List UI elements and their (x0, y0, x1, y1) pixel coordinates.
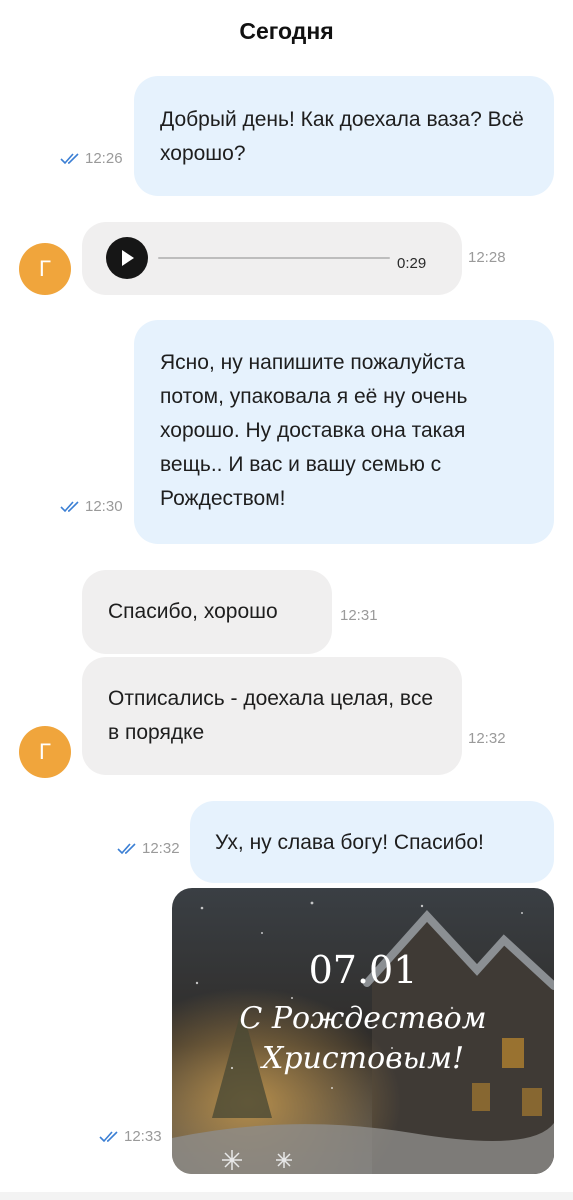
voice-message[interactable]: 0:29 (82, 222, 462, 295)
christmas-card-picture: 07.01 С Рождеством Христовым! (172, 888, 554, 1174)
avatar-letter: Г (39, 739, 51, 764)
double-check-icon (60, 152, 79, 164)
double-check-icon (117, 842, 136, 854)
message-time: 12:26 (60, 150, 123, 167)
message-time-text: 12:32 (142, 840, 180, 857)
outgoing-message[interactable]: Ух, ну слава богу! Спасибо! (190, 801, 554, 883)
play-button[interactable] (106, 237, 148, 279)
message-time-text: 12:26 (85, 150, 123, 167)
incoming-message[interactable]: Спасибо, хорошо (82, 570, 332, 654)
card-line-2: Христовым! (260, 1041, 464, 1076)
message-text: Ясно, ну напишите пожалуйста потом, упак… (160, 351, 468, 510)
message-time: 12:31 (340, 607, 378, 624)
avatar[interactable]: Г (19, 726, 71, 778)
message-text: Отписались - доехала целая, все в порядк… (108, 687, 434, 744)
message-time: 12:30 (60, 498, 123, 515)
play-icon (122, 250, 134, 266)
message-time-text: 12:30 (85, 498, 123, 515)
card-line-1: С Рождеством (239, 1001, 486, 1036)
message-text: Ух, ну слава богу! Спасибо! (215, 831, 484, 854)
day-separator: Сегодня (239, 18, 334, 44)
message-text: Спасибо, хорошо (108, 600, 278, 623)
message-time: 12:33 (99, 1128, 162, 1145)
message-time: 12:32 (468, 730, 506, 747)
double-check-icon (60, 500, 79, 512)
message-time: 12:28 (468, 249, 506, 266)
outgoing-message[interactable]: Ясно, ну напишите пожалуйста потом, упак… (134, 320, 554, 544)
double-check-icon (99, 1130, 118, 1142)
voice-progress-track[interactable] (158, 257, 390, 259)
message-time-text: 12:33 (124, 1128, 162, 1145)
avatar-letter: Г (39, 256, 51, 281)
voice-duration: 0:29 (397, 255, 427, 272)
incoming-message[interactable]: Отписались - доехала целая, все в порядк… (82, 657, 462, 775)
message-text: Добрый день! Как доехала ваза? Всё хорош… (160, 108, 524, 165)
christmas-greeting-image[interactable]: 07.01 С Рождеством Христовым! (172, 888, 554, 1174)
outgoing-message[interactable]: Добрый день! Как доехала ваза? Всё хорош… (134, 76, 554, 196)
bottom-edge (0, 1192, 573, 1200)
avatar[interactable]: Г (19, 243, 71, 295)
message-time: 12:32 (117, 840, 180, 857)
card-date: 07.01 (309, 948, 418, 992)
